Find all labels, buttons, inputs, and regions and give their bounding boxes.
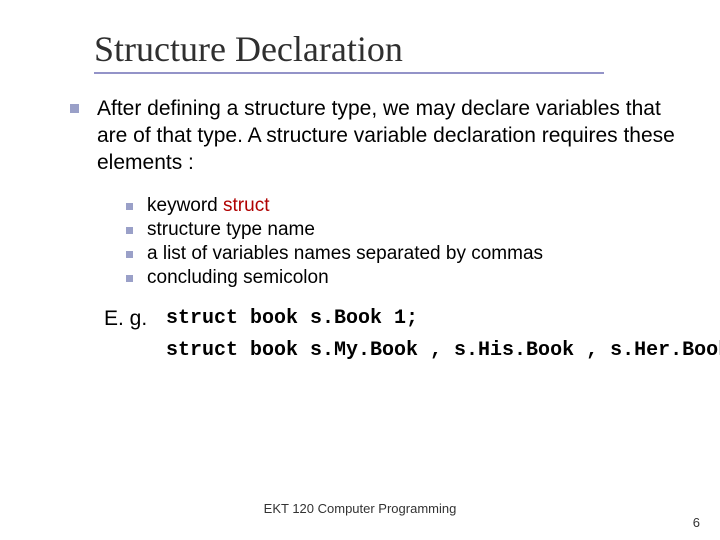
keyword-struct: struct — [223, 195, 269, 216]
intro-paragraph: After defining a structure type, we may … — [97, 96, 680, 177]
bullet-icon — [126, 203, 133, 210]
slide-title: Structure Declaration — [94, 28, 680, 70]
page-number: 6 — [693, 515, 700, 530]
title-underline — [94, 72, 604, 74]
bullet-icon — [126, 251, 133, 258]
sub-item: a list of variables names separated by c… — [147, 243, 543, 265]
bullet-icon — [126, 275, 133, 282]
code-example-line1: struct book s.Book 1; — [166, 307, 418, 330]
sub-item: concluding semicolon — [147, 267, 329, 289]
example-label: E. g. — [104, 307, 166, 331]
footer-text: EKT 120 Computer Programming — [0, 501, 720, 516]
sub-item: structure type name — [147, 219, 315, 241]
code-example-line2: struct book s.My.Book , s.His.Book , s.H… — [166, 339, 680, 362]
sub-item: keyword struct — [147, 195, 269, 217]
bullet-icon — [70, 104, 79, 113]
bullet-icon — [126, 227, 133, 234]
